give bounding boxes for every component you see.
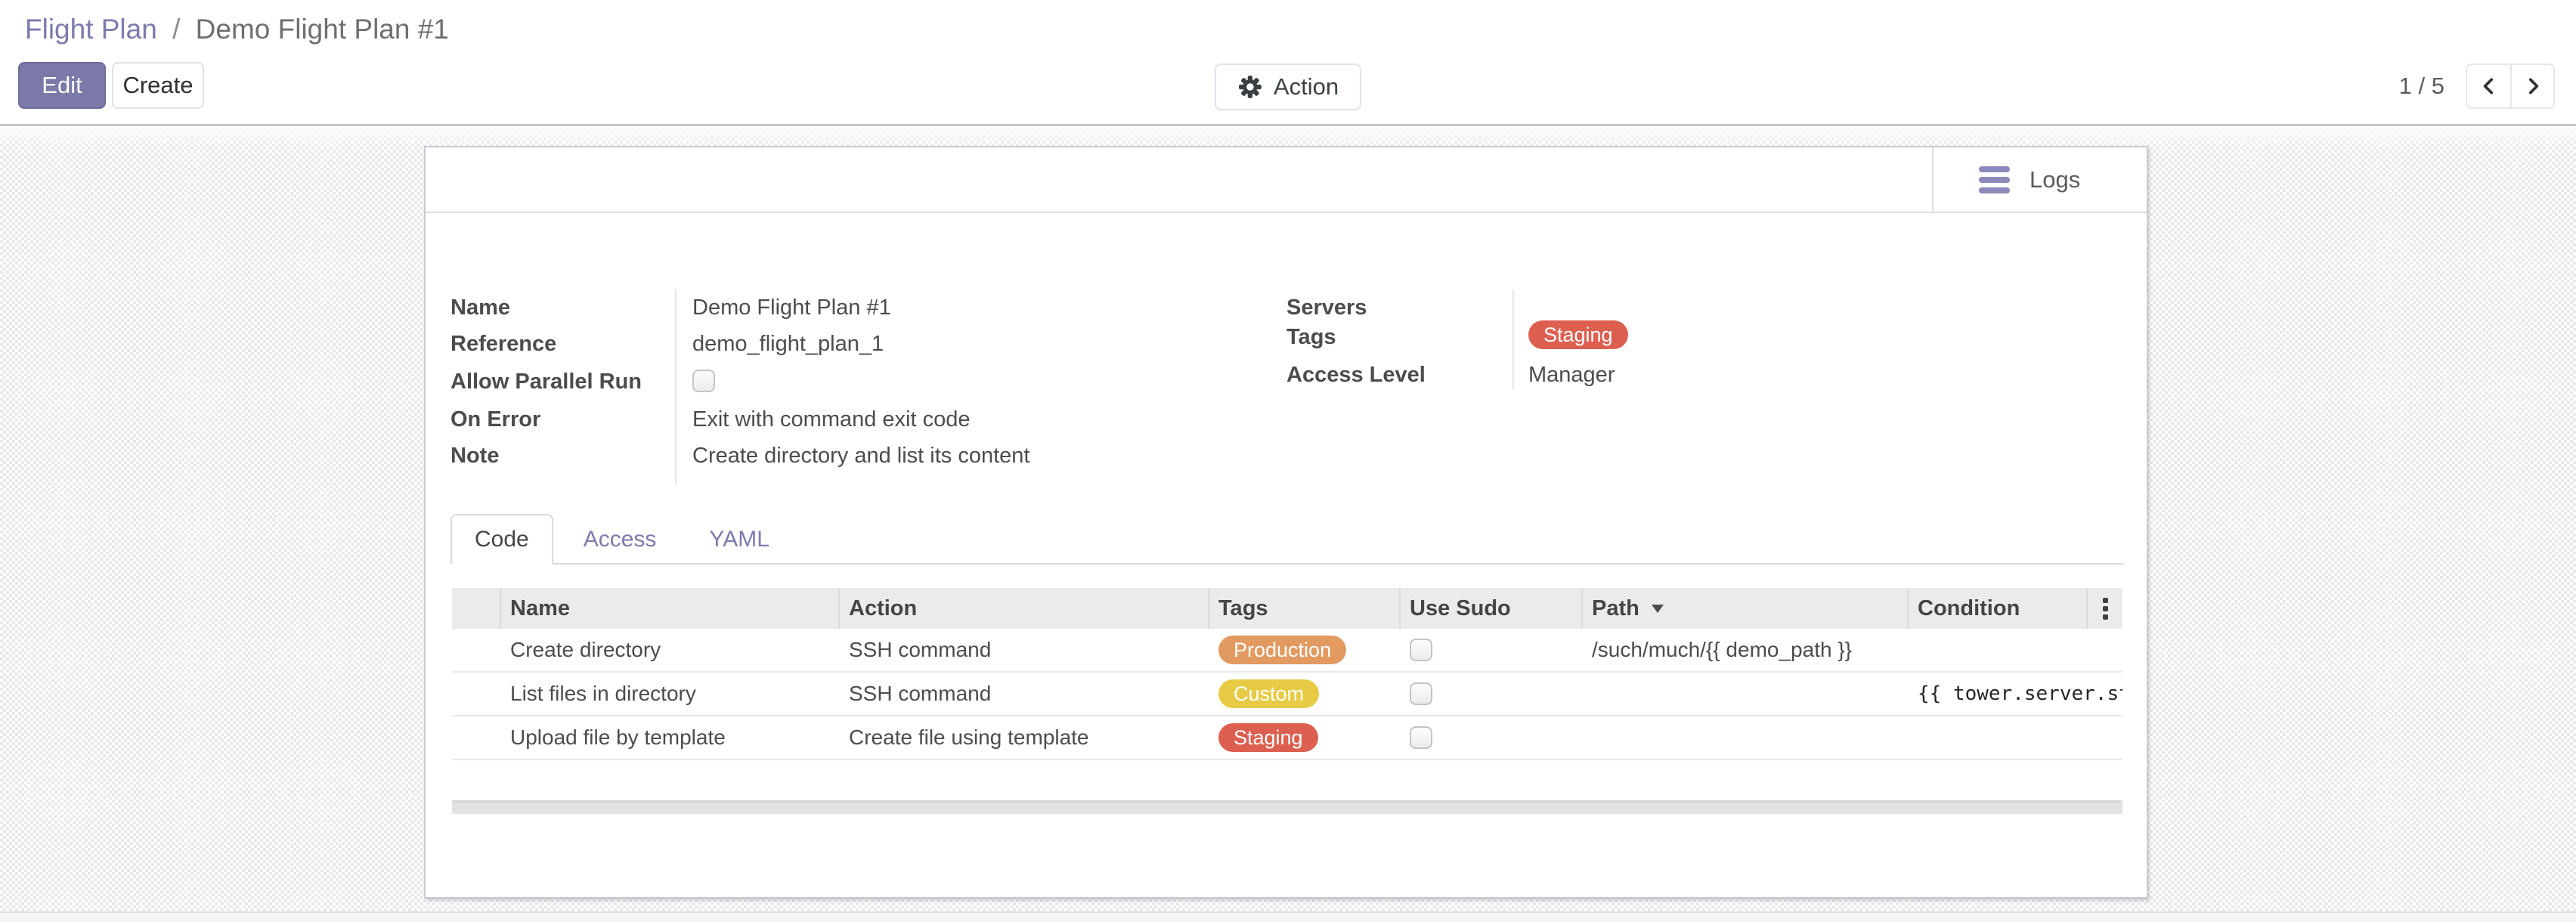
column-header-path[interactable]: Path <box>1583 588 1909 629</box>
cell-path: /such/much/{{ demo_path }} <box>1583 629 1909 671</box>
tab-yaml[interactable]: YAML <box>686 514 791 565</box>
field-label-reference: Reference <box>450 332 692 357</box>
cell-condition: {{ tower.server.st <box>1909 673 2122 715</box>
cell-use-sudo <box>1401 716 1583 759</box>
cell-action: SSH command <box>840 673 1209 715</box>
cell-name: Create directory <box>501 629 840 671</box>
table-row[interactable]: Create directory SSH command Production … <box>452 629 2122 673</box>
field-label-servers: Servers <box>1286 295 1528 320</box>
field-label-tags: Tags <box>1286 325 1528 350</box>
column-header-use-sudo[interactable]: Use Sudo <box>1401 588 1583 629</box>
field-separator-right <box>1512 289 1514 389</box>
field-value-on-error: Exit with command exit code <box>692 407 970 432</box>
cell-handle <box>452 629 501 671</box>
column-header-action[interactable]: Action <box>840 588 1209 629</box>
edit-button[interactable]: Edit <box>18 62 106 109</box>
field-value-reference: demo_flight_plan_1 <box>692 332 884 357</box>
kebab-icon <box>2103 598 2108 620</box>
tag-badge: Custom <box>1218 679 1319 708</box>
field-value-access-level: Manager <box>1528 363 1615 388</box>
table-row[interactable]: Upload file by template Create file usin… <box>452 716 2122 760</box>
field-value-name: Demo Flight Plan #1 <box>692 295 891 320</box>
action-button-label: Action <box>1274 73 1339 101</box>
cell-name: Upload file by template <box>501 716 840 759</box>
table-row[interactable]: List files in directory SSH command Cust… <box>452 673 2122 716</box>
field-value-note: Create directory and list its content <box>692 444 1029 469</box>
tab-access[interactable]: Access <box>561 514 680 565</box>
use-sudo-checkbox[interactable] <box>1410 639 1432 661</box>
optional-columns-toggle[interactable] <box>2088 588 2122 629</box>
action-button[interactable]: Action <box>1215 63 1361 110</box>
tag-badge: Production <box>1218 636 1346 664</box>
breadcrumb-separator: / <box>172 14 180 45</box>
logs-button[interactable]: Logs <box>1932 147 2147 212</box>
logs-lines-icon <box>1979 166 2010 193</box>
chevron-right-icon <box>2523 75 2543 97</box>
tag-badge: Staging <box>1218 723 1318 752</box>
tag-badge-staging[interactable]: Staging <box>1528 320 1628 349</box>
cell-tags: Staging <box>1209 716 1401 759</box>
field-label-note: Note <box>450 444 692 469</box>
chevron-left-icon <box>2479 75 2499 97</box>
create-button[interactable]: Create <box>112 62 204 109</box>
table-header-row: Name Action Tags Use Sudo Path Condition <box>452 588 2122 629</box>
pager: 1 / 5 <box>2399 63 2555 109</box>
pager-next-button[interactable] <box>2510 65 2553 107</box>
cell-handle <box>452 716 501 759</box>
pager-buttons <box>2466 63 2555 109</box>
field-label-allow-parallel-run: Allow Parallel Run <box>450 370 692 394</box>
bottom-strip <box>0 911 2576 922</box>
cell-action: Create file using template <box>840 716 1209 759</box>
form-sheet: Logs Name Demo Flight Plan #1 Reference … <box>424 146 2148 899</box>
gear-icon <box>1237 74 1263 100</box>
horizontal-scrollbar[interactable] <box>452 800 2122 814</box>
allow-parallel-run-checkbox[interactable] <box>692 370 715 392</box>
cell-tags: Custom <box>1209 673 1401 715</box>
commands-table: Name Action Tags Use Sudo Path Condition… <box>452 588 2122 760</box>
field-label-access-level: Access Level <box>1286 363 1528 388</box>
column-header-name[interactable]: Name <box>501 588 840 629</box>
use-sudo-checkbox[interactable] <box>1410 682 1432 705</box>
sort-desc-caret-icon <box>1652 605 1664 613</box>
breadcrumb: Flight Plan / Demo Flight Plan #1 <box>25 14 449 45</box>
notebook-tab-bar: Code Access YAML <box>450 514 2124 565</box>
cell-tags: Production <box>1209 629 1401 671</box>
column-header-condition[interactable]: Condition <box>1909 588 2088 629</box>
form-sheet-header <box>426 147 2147 213</box>
cell-condition <box>1909 629 2122 671</box>
cell-path <box>1583 716 1909 759</box>
field-label-name: Name <box>450 295 692 320</box>
column-header-path-label: Path <box>1592 596 1639 621</box>
field-separator-left <box>675 289 677 484</box>
tab-code[interactable]: Code <box>450 514 553 565</box>
cell-use-sudo <box>1401 673 1583 715</box>
control-panel: Flight Plan / Demo Flight Plan #1 Edit C… <box>0 0 2576 126</box>
cell-name: List files in directory <box>501 673 840 715</box>
breadcrumb-parent-link[interactable]: Flight Plan <box>25 14 157 45</box>
breadcrumb-current: Demo Flight Plan #1 <box>196 14 449 45</box>
pager-previous-button[interactable] <box>2467 65 2510 107</box>
pager-counter: 1 / 5 <box>2399 73 2444 100</box>
field-label-on-error: On Error <box>450 407 692 432</box>
cell-action: SSH command <box>840 629 1209 671</box>
column-header-tags[interactable]: Tags <box>1209 588 1401 629</box>
cell-path <box>1583 673 1909 715</box>
use-sudo-checkbox[interactable] <box>1410 726 1432 749</box>
column-header-handle <box>452 588 501 629</box>
logs-button-label: Logs <box>2030 166 2080 193</box>
cell-handle <box>452 673 501 715</box>
cell-use-sudo <box>1401 629 1583 671</box>
cell-condition <box>1909 716 2122 759</box>
